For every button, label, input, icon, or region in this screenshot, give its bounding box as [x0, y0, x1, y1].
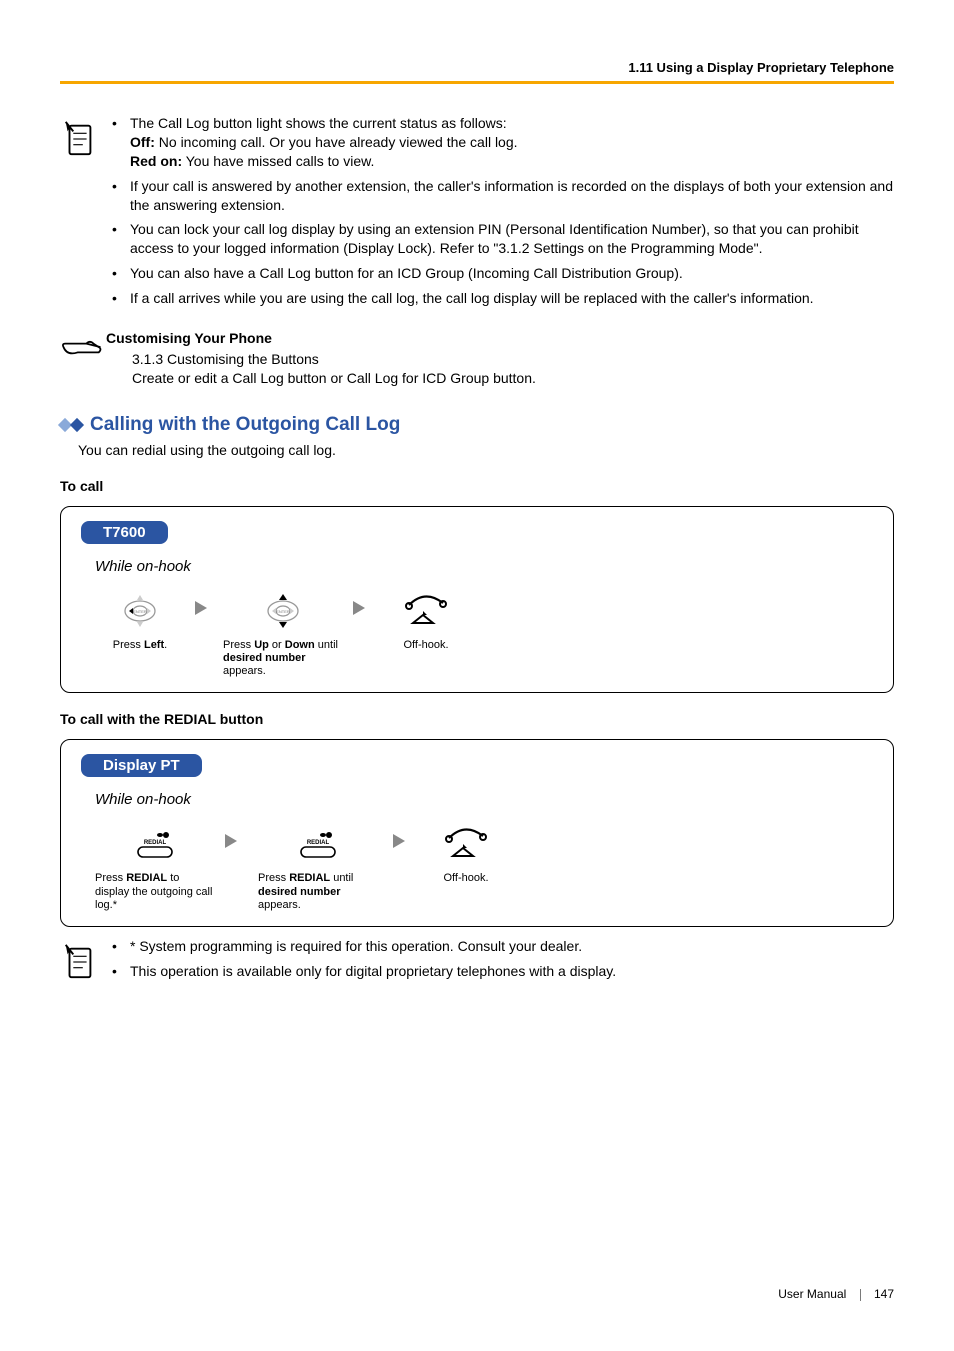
arrow-right-icon [225, 822, 243, 851]
page-number: 147 [874, 1287, 894, 1301]
list-item: * System programming is required for thi… [106, 937, 894, 956]
arrow-right-icon [353, 589, 371, 618]
step-text: Off-hook. [381, 639, 471, 652]
svg-text:ENTER: ENTER [133, 609, 147, 614]
svg-text:REDIAL: REDIAL [307, 840, 330, 846]
list-item: You can lock your call log display by us… [106, 220, 894, 258]
list-item: If a call arrives while you are using th… [106, 289, 894, 308]
step-text: Off-hook. [421, 872, 511, 885]
note-list: The Call Log button light shows the curr… [106, 114, 894, 308]
model-tag: Display PT [81, 754, 202, 777]
page-header: 1.11 Using a Display Proprietary Telepho… [60, 60, 894, 84]
step-text: Press REDIAL to display the outgoing cal… [95, 872, 215, 912]
list-item: This operation is available only for dig… [106, 962, 894, 981]
step-text: Press Left. [95, 639, 185, 652]
section-title: Calling with the Outgoing Call Log [90, 414, 400, 436]
arrow-right-icon [195, 589, 213, 618]
redial-button-icon: REDIAL [95, 822, 215, 866]
note-block-2: * System programming is required for thi… [60, 937, 894, 987]
proc1-heading: To call [60, 478, 894, 494]
diamond-bullets-icon [60, 420, 82, 430]
offhook-icon [421, 822, 511, 866]
section-title-row: Calling with the Outgoing Call Log [60, 414, 894, 436]
model-tag: T7600 [81, 521, 168, 544]
notepad-icon [60, 937, 106, 986]
context-label: While on-hook [95, 791, 873, 808]
customise-heading: Customising Your Phone [106, 330, 894, 346]
step-text: Press REDIAL until desired number appear… [258, 872, 378, 912]
navigator-key-updown-icon: ENTER [223, 589, 343, 633]
procedure-box-1: T7600 While on-hook ENTER Pr [60, 506, 894, 694]
svg-text:REDIAL: REDIAL [144, 840, 167, 846]
list-item: The Call Log button light shows the curr… [106, 114, 894, 171]
redial-button-icon: REDIAL [253, 822, 383, 866]
svg-text:ENTER: ENTER [276, 609, 290, 614]
procedure-box-2: Display PT While on-hook REDIAL Press RE… [60, 739, 894, 927]
breadcrumb: 1.11 Using a Display Proprietary Telepho… [628, 60, 894, 75]
arrow-right-icon [393, 822, 411, 851]
offhook-icon [381, 589, 471, 633]
step-text: Press Up or Down until desired number ap… [223, 639, 343, 679]
note-list: * System programming is required for thi… [106, 937, 894, 981]
context-label: While on-hook [95, 558, 873, 575]
pointing-hand-icon [60, 330, 106, 365]
notepad-icon [60, 114, 106, 163]
footer-label: User Manual [778, 1287, 846, 1301]
navigator-key-left-icon: ENTER [95, 589, 185, 633]
note-block-1: The Call Log button light shows the curr… [60, 114, 894, 314]
page-footer: User Manual 147 [60, 1287, 894, 1301]
list-item: You can also have a Call Log button for … [106, 264, 894, 283]
proc2-heading: To call with the REDIAL button [60, 711, 894, 727]
section-intro: You can redial using the outgoing call l… [78, 442, 894, 458]
list-item: If your call is answered by another exte… [106, 177, 894, 215]
customise-block: Customising Your Phone 3.1.3 Customising… [60, 330, 894, 388]
